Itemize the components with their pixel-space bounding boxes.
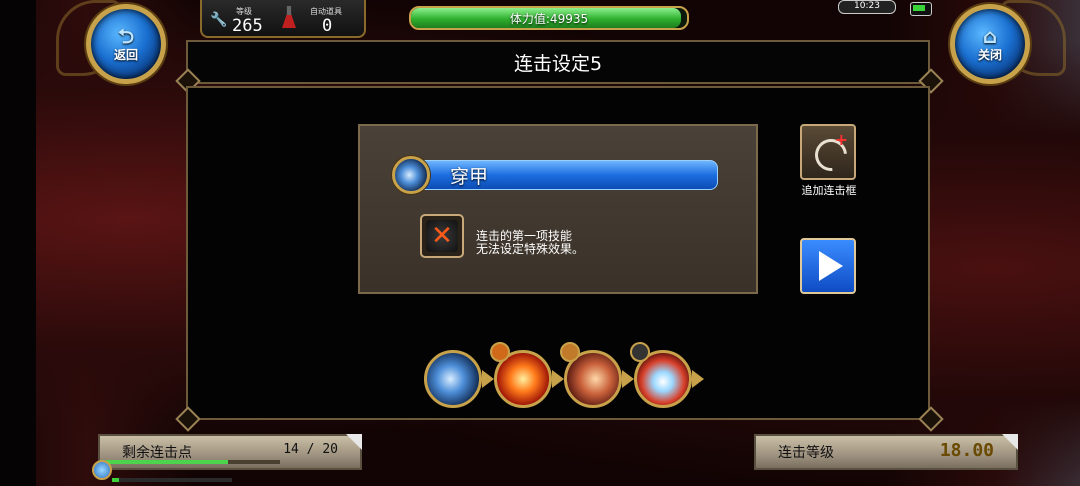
chain-slot-4[interactable] (630, 342, 704, 408)
plus-icon: + (834, 130, 848, 149)
back-button-label: 返回 (113, 47, 138, 62)
page-title-bar: 连击设定5 (186, 40, 930, 84)
combo-points-panel: 剩余连击点 14 / 20 (98, 434, 362, 470)
combo-points-value: 14 / 20 (283, 442, 338, 457)
auto-item-count: 0 (322, 16, 333, 36)
note-line-2: 无法设定特殊效果。 (476, 242, 585, 256)
screen-edge (0, 0, 36, 486)
close-button-label: 关闭 (977, 47, 1002, 62)
kick-badge-icon (560, 342, 580, 362)
page-title: 连击设定5 (513, 52, 603, 75)
eye-badge-icon (630, 342, 650, 362)
exp-fill (112, 478, 120, 482)
return-arrow-icon: ⮌ (117, 23, 135, 48)
chain-slot-2[interactable] (490, 342, 564, 408)
level-value: 265 (232, 16, 263, 36)
back-button[interactable]: ⮌ 返回 (86, 4, 166, 84)
play-button[interactable] (800, 238, 856, 294)
combo-points-label: 剩余连击点 (122, 445, 192, 461)
chain-arrow-icon (552, 370, 564, 388)
play-icon (819, 251, 843, 281)
combo-level-label: 连击等级 (778, 445, 834, 461)
chain-arrow-icon (482, 370, 494, 388)
stamina-bar: 体力值:49935 (409, 6, 689, 30)
corner-flag-icon (346, 434, 362, 450)
combo-points-fill (106, 460, 228, 464)
battery-icon (910, 2, 932, 16)
home-icon: ⌂ (982, 23, 998, 48)
selected-skill[interactable]: 穿甲 (392, 156, 720, 194)
exp-icon (92, 460, 112, 480)
clock: 10:23 (838, 0, 896, 14)
chain-slot-1[interactable] (424, 350, 494, 408)
wrench-icon: 🔧 (210, 12, 228, 28)
pierce-skill-icon (392, 156, 430, 194)
add-combo-frame-label: 追加连击框 (801, 184, 857, 197)
exp-bar (112, 478, 232, 482)
close-x-icon: ✕ (426, 220, 458, 252)
close-button[interactable]: ⌂ 关闭 (950, 4, 1030, 84)
effect-note: 连击的第一项技能 无法设定特殊效果。 (476, 230, 584, 256)
chain-arrow-icon (622, 370, 634, 388)
skill-detail-box (358, 124, 758, 294)
chain-slot-3[interactable] (560, 342, 634, 408)
stamina-text: 体力值:49935 (509, 12, 589, 26)
game-screen: ⮌ 返回 🔧 等级 265 自动道具 0 体力值:49935 10:23 ⌂ 关… (0, 0, 1080, 486)
combo-level-panel: 连击等级 18.00 (754, 434, 1018, 470)
effect-disabled-button[interactable]: ✕ (420, 214, 464, 258)
combo-points-track (106, 460, 280, 464)
player-status: 🔧 等级 265 自动道具 0 (200, 0, 366, 38)
fire-badge-icon (490, 342, 510, 362)
chain-arrow-icon (692, 370, 704, 388)
combo-level-value: 18.00 (939, 440, 994, 461)
potion-icon (282, 6, 296, 28)
pierce-skill-icon (424, 350, 482, 408)
skill-name: 穿甲 (450, 166, 489, 188)
corner-flag-icon (1002, 434, 1018, 450)
add-combo-frame-button[interactable]: + (800, 124, 856, 180)
